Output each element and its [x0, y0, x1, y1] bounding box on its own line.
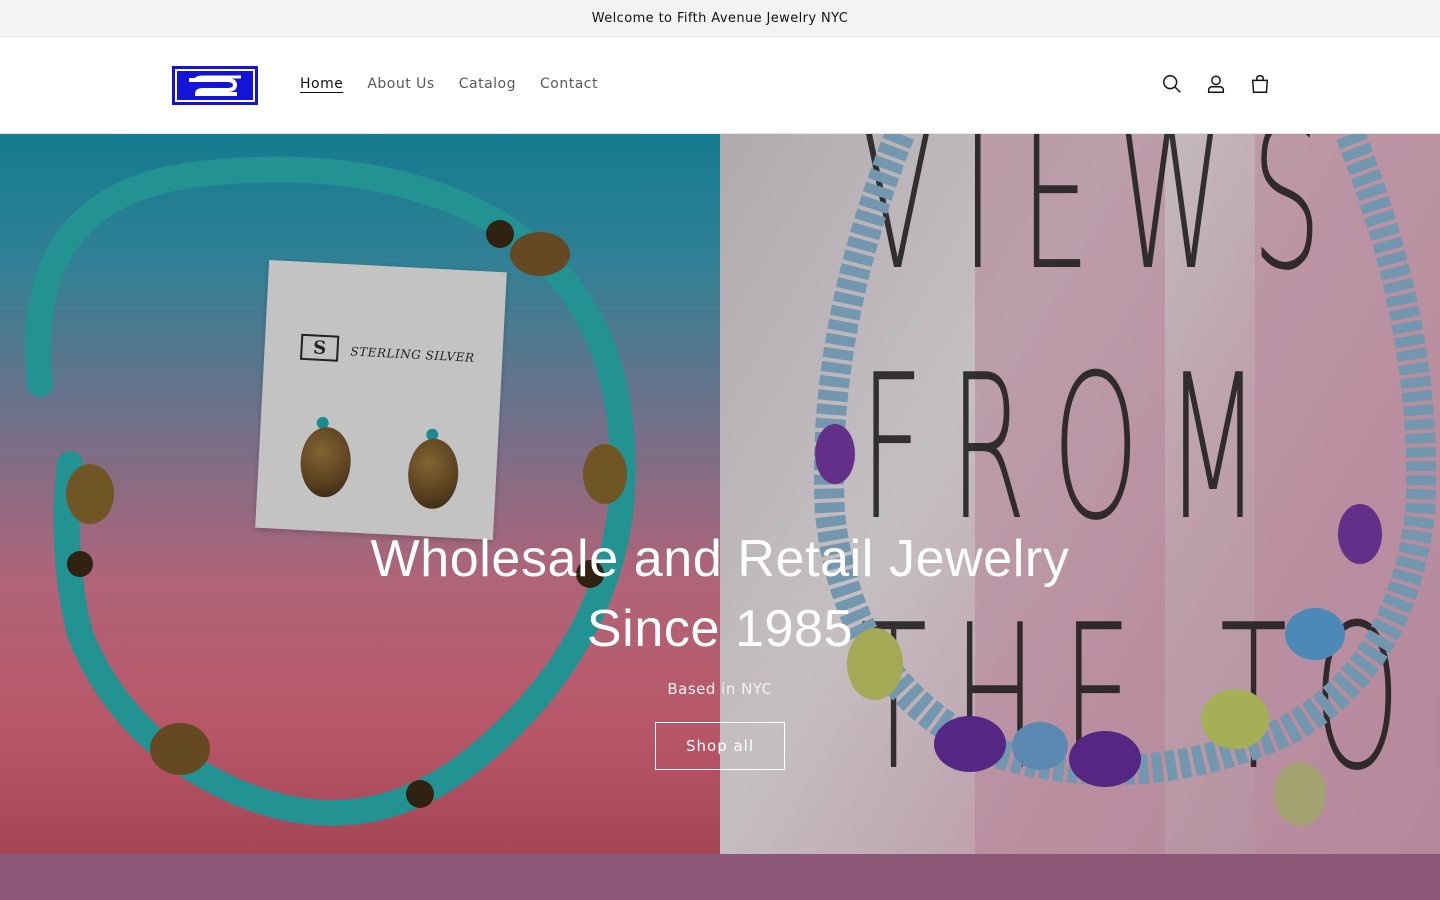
site-logo[interactable]	[172, 66, 258, 105]
announcement-bar: Welcome to Fifth Avenue Jewelry NYC	[0, 0, 1440, 37]
site-header: Home About Us Catalog Contact	[0, 38, 1440, 134]
hero-subtitle: Based in NYC	[667, 680, 773, 698]
search-icon	[1163, 75, 1181, 93]
logo-icon	[177, 71, 253, 100]
nav-home[interactable]: Home	[288, 70, 355, 98]
next-section-band	[0, 854, 1440, 900]
cart-icon	[1251, 75, 1269, 93]
header-icons	[1150, 62, 1282, 106]
hero-title: Wholesale and Retail Jewelry Since 1985	[370, 530, 1070, 658]
nav-about-us[interactable]: About Us	[355, 70, 446, 98]
cart-button[interactable]	[1238, 62, 1282, 106]
nav-catalog[interactable]: Catalog	[447, 70, 528, 98]
hero-banner: VIEWS FROM THE TOP S STERLING SILVER Who…	[0, 134, 1440, 854]
main-nav: Home About Us Catalog Contact	[288, 70, 610, 98]
hero-content: Wholesale and Retail Jewelry Since 1985 …	[320, 524, 1120, 770]
shop-all-button[interactable]: Shop all	[654, 722, 786, 770]
search-button[interactable]	[1150, 62, 1194, 106]
account-icon	[1207, 75, 1225, 93]
announcement-text: Welcome to Fifth Avenue Jewelry NYC	[591, 10, 849, 26]
account-button[interactable]	[1194, 62, 1238, 106]
nav-contact[interactable]: Contact	[528, 70, 610, 98]
